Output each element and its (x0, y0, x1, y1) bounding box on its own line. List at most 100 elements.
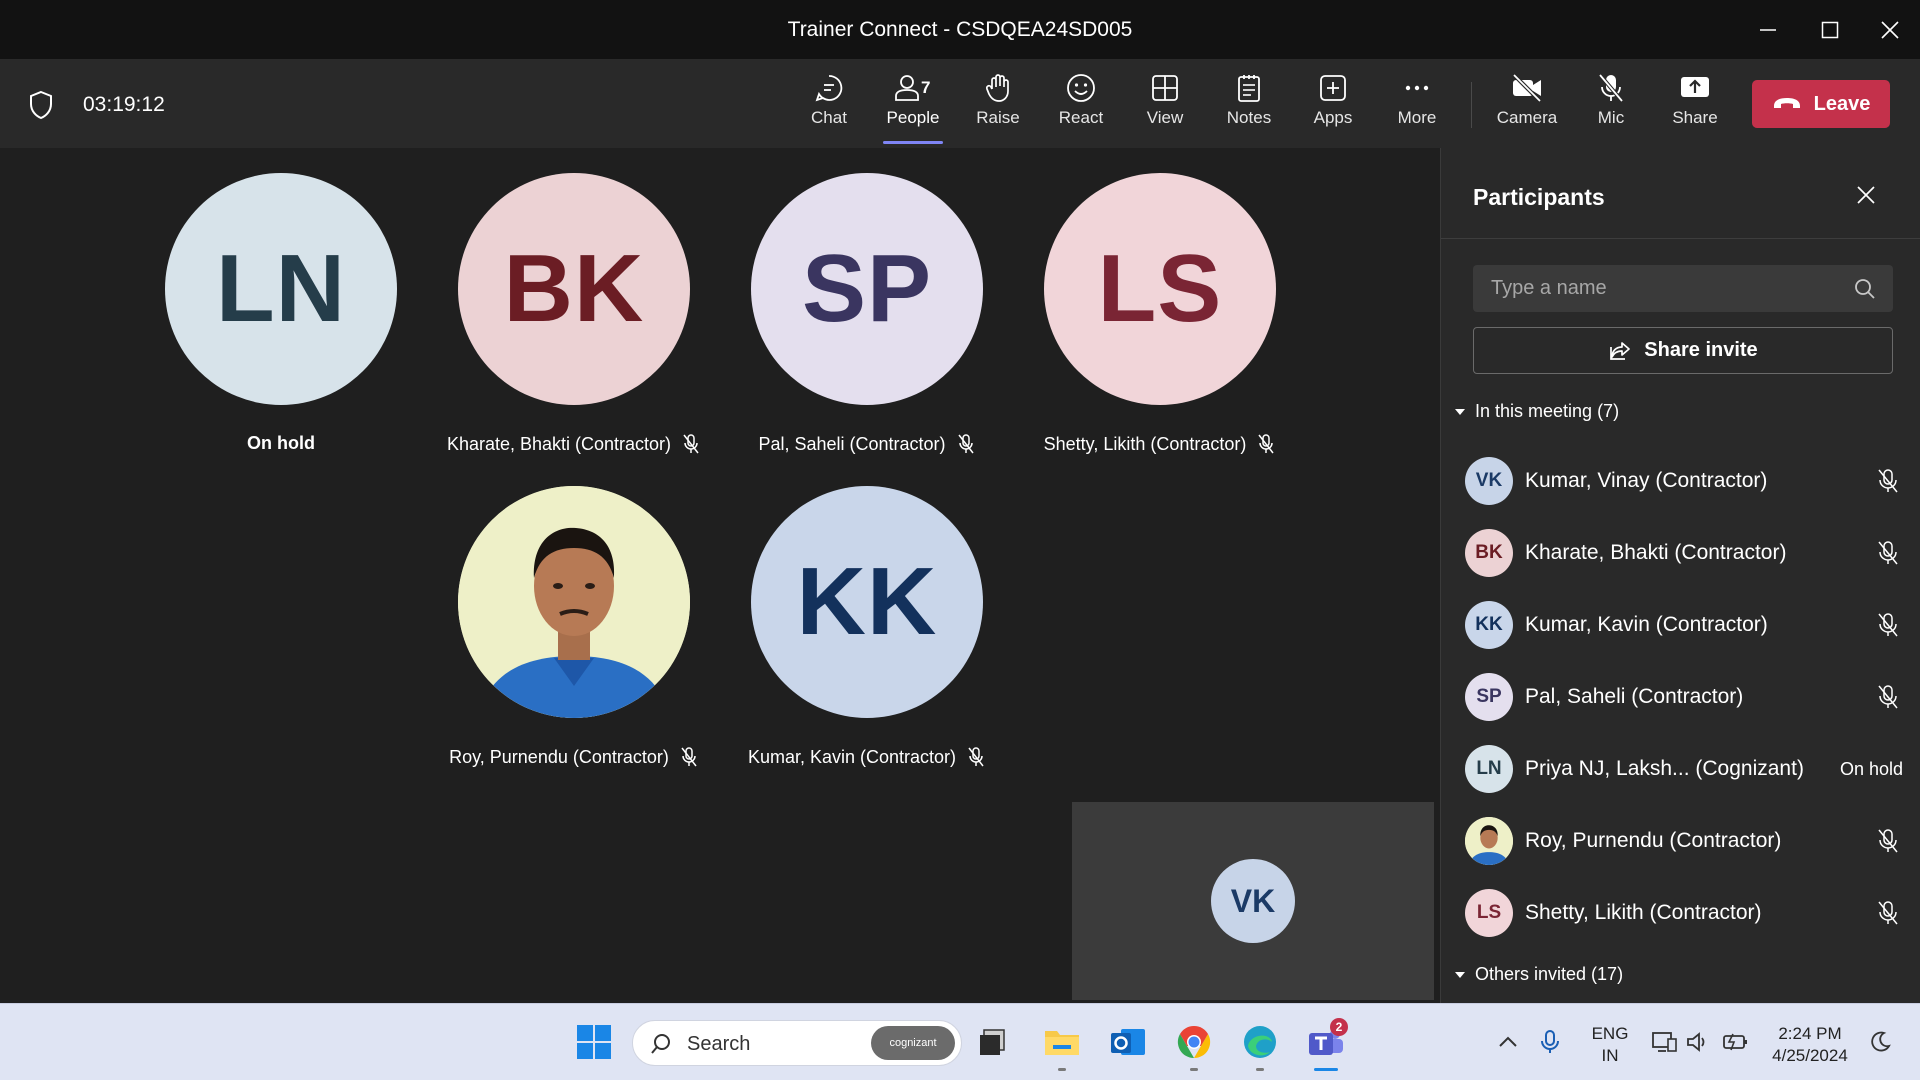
notes-button[interactable]: Notes (1209, 72, 1289, 138)
language-indicator[interactable]: ENG IN (1584, 1023, 1636, 1067)
panel-divider (1441, 238, 1920, 239)
outlook-icon (1111, 1029, 1145, 1055)
person-photo-icon (458, 486, 690, 718)
file-explorer-button[interactable] (1040, 1020, 1084, 1071)
maximize-button[interactable] (1800, 0, 1860, 60)
shield-icon (28, 90, 54, 120)
participant-search[interactable] (1473, 265, 1893, 312)
tile-name-text: Shetty, Likith (Contractor) (1043, 433, 1247, 454)
participant-name: Kumar, Vinay (Contractor) (1525, 469, 1768, 492)
camera-label: Camera (1496, 108, 1558, 127)
raise-hand-button[interactable]: Raise (958, 72, 1038, 138)
teams-button[interactable]: 2 (1304, 1018, 1348, 1071)
share-invite-button[interactable]: Share invite (1473, 327, 1893, 374)
task-view-icon (980, 1029, 1005, 1055)
share-button[interactable]: Share (1655, 72, 1735, 138)
active-indicator (1314, 1068, 1338, 1071)
muted-mic-icon (1878, 469, 1898, 493)
running-indicator (1058, 1068, 1066, 1071)
apps-button[interactable]: Apps (1293, 72, 1373, 138)
person-photo-icon (1465, 817, 1513, 865)
people-button[interactable]: 7 People (873, 72, 953, 144)
participant-tile[interactable]: KK Kumar, Kavin (Contractor) (717, 486, 1017, 768)
muted-mic-icon (1878, 685, 1898, 709)
participant-row[interactable]: BK Kharate, Bhakti (Contractor) (1465, 525, 1905, 581)
outlook-button[interactable] (1106, 1020, 1150, 1064)
avatar: SP (1465, 673, 1513, 721)
chat-button[interactable]: Chat (789, 72, 869, 138)
participant-row[interactable]: SP Pal, Saheli (Contractor) (1465, 669, 1905, 725)
panel-title: Participants (1473, 184, 1605, 210)
meeting-toolbar: 03:19:12 Chat 7 People Raise React View … (0, 60, 1920, 148)
mic-button[interactable]: Mic (1571, 72, 1651, 138)
hang-up-icon (1773, 98, 1800, 108)
chevron-down-icon (1455, 408, 1465, 415)
moon-icon (1871, 1031, 1891, 1052)
more-button[interactable]: More (1377, 72, 1457, 138)
participant-tile[interactable]: LN On hold (131, 173, 431, 454)
in-meeting-section-toggle[interactable]: In this meeting (7) (1453, 401, 1619, 422)
view-button[interactable]: View (1125, 72, 1205, 138)
muted-mic-icon (681, 747, 697, 767)
participant-tile[interactable]: Roy, Purnendu (Contractor) (424, 486, 724, 768)
in-meeting-label: In this meeting (7) (1475, 401, 1620, 421)
participant-tile[interactable]: SP Pal, Saheli (Contractor) (717, 173, 1017, 455)
mic-off-icon (1598, 73, 1624, 103)
participant-row[interactable]: VK Kumar, Vinay (Contractor) (1465, 453, 1905, 509)
self-view-tile[interactable]: VK (1072, 802, 1434, 1000)
tile-name: Kharate, Bhakti (Contractor) (424, 433, 724, 455)
avatar: LN (165, 173, 397, 405)
share-screen-icon (1681, 77, 1709, 97)
leave-button[interactable]: Leave (1752, 80, 1890, 128)
close-window-button[interactable] (1860, 0, 1920, 60)
avatar: SP (751, 173, 983, 405)
battery-button[interactable] (1714, 1020, 1758, 1064)
search-input[interactable] (1473, 265, 1843, 312)
running-indicator (1190, 1068, 1198, 1071)
raise-hand-icon (985, 74, 1009, 102)
tile-name-text: On hold (247, 433, 315, 453)
others-invited-section-toggle[interactable]: Others invited (17) (1453, 964, 1623, 985)
taskbar-search[interactable]: Search cognizant (632, 1020, 962, 1066)
search-icon (651, 1034, 670, 1054)
running-indicator (1256, 1068, 1264, 1071)
muted-mic-icon (968, 747, 984, 767)
participant-tile[interactable]: LS Shetty, Likith (Contractor) (1010, 173, 1310, 455)
muted-mic-icon (1258, 434, 1274, 454)
start-button[interactable] (572, 1020, 616, 1064)
window-title: Trainer Connect - CSDQEA24SD005 (787, 18, 1133, 41)
microphone-tray-button[interactable] (1528, 1020, 1572, 1064)
avatar: LN (1465, 745, 1513, 793)
avatar: LS (1044, 173, 1276, 405)
microphone-icon (1541, 1030, 1559, 1053)
minimize-button[interactable] (1738, 0, 1798, 60)
participant-name: Pal, Saheli (Contractor) (1525, 685, 1744, 708)
task-view-button[interactable] (970, 1020, 1014, 1064)
participant-name: Kharate, Bhakti (Contractor) (1525, 541, 1787, 564)
close-icon (1881, 21, 1899, 39)
windows-taskbar: Search cognizant 2 ENG IN 2:24 PM 4/25/2… (0, 1003, 1920, 1080)
participant-row[interactable]: Roy, Purnendu (Contractor) (1465, 813, 1905, 869)
edge-button[interactable] (1238, 1020, 1282, 1071)
participant-row[interactable]: KK Kumar, Kavin (Contractor) (1465, 597, 1905, 653)
participant-tile[interactable]: BK Kharate, Bhakti (Contractor) (424, 173, 724, 455)
language-code: ENG (1591, 1024, 1629, 1043)
self-avatar: VK (1211, 859, 1295, 943)
show-hidden-icons-button[interactable] (1486, 1020, 1530, 1064)
react-button[interactable]: React (1041, 72, 1121, 138)
muted-mic-icon (957, 434, 974, 454)
windows-logo-icon (577, 1025, 611, 1059)
participant-row[interactable]: LS Shetty, Likith (Contractor) (1465, 885, 1905, 941)
grid-view-icon (1152, 75, 1178, 101)
share-label: Share (1672, 108, 1718, 127)
edge-icon (1244, 1026, 1276, 1058)
people-icon (895, 75, 919, 101)
others-invited-label: Others invited (17) (1475, 964, 1624, 984)
muted-mic-icon (1878, 541, 1898, 565)
camera-button[interactable]: Camera (1487, 72, 1567, 138)
clock[interactable]: 2:24 PM 4/25/2024 (1766, 1023, 1854, 1067)
notifications-button[interactable] (1858, 1020, 1902, 1064)
close-panel-button[interactable] (1855, 184, 1877, 206)
participant-row[interactable]: LN Priya NJ, Laksh... (Cognizant) On hol… (1465, 741, 1905, 797)
chrome-button[interactable] (1172, 1020, 1216, 1071)
